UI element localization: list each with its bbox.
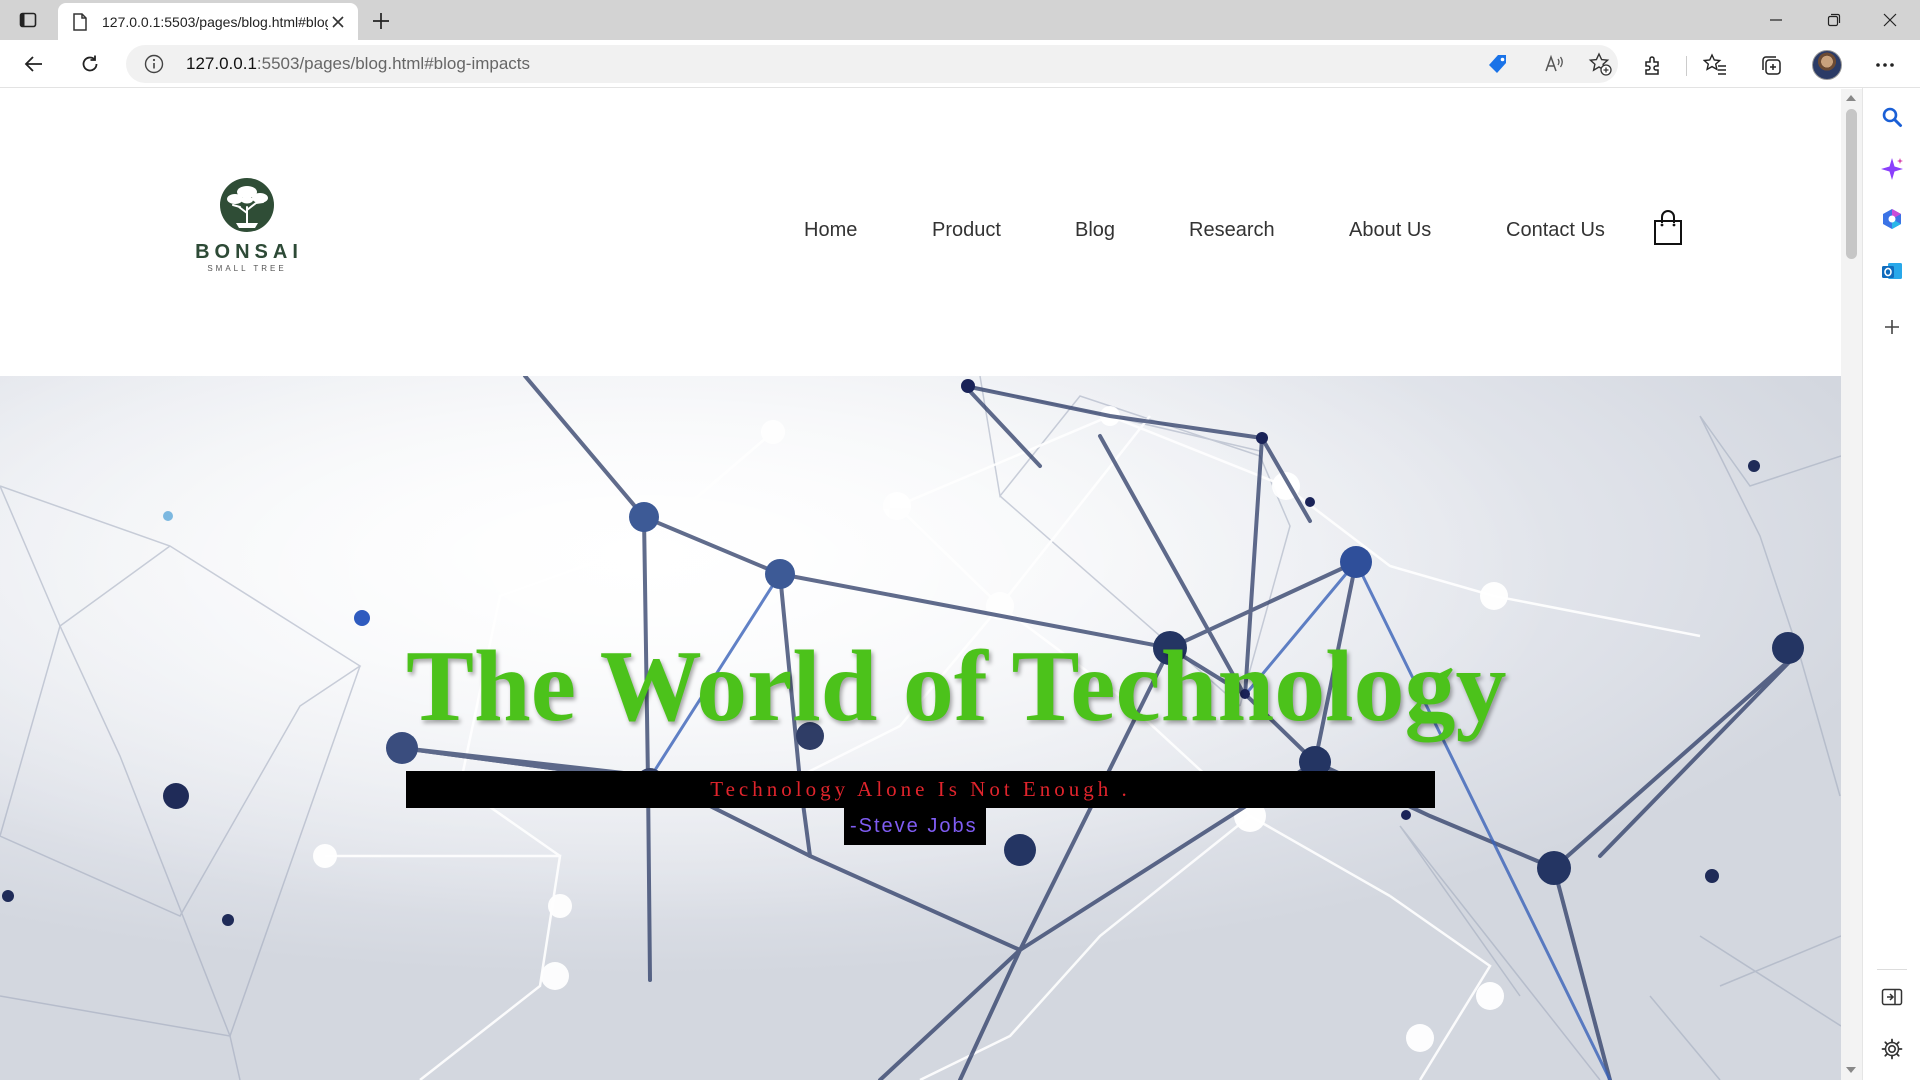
reload-button[interactable] [74, 48, 106, 80]
hero-author-box: -Steve Jobs [844, 808, 986, 845]
sidebar-add-button[interactable] [1879, 314, 1905, 340]
tab-title: 127.0.0.1:5503/pages/blog.html#blog-impa… [102, 13, 328, 30]
minimize-button[interactable] [1748, 0, 1804, 40]
sidebar-search-button[interactable] [1879, 104, 1905, 130]
info-icon[interactable] [144, 54, 164, 74]
reload-icon [82, 55, 98, 72]
edge-sidebar [1862, 88, 1920, 1080]
bonsai-tree-logo-icon [220, 178, 274, 232]
hero-title: The World of Technology [406, 630, 1507, 743]
collections-icon [1762, 56, 1781, 75]
scrollbar-thumb[interactable] [1846, 109, 1857, 259]
window-close-button[interactable] [1862, 0, 1918, 40]
window-close-icon [1883, 13, 1897, 27]
url-host: 127.0.0.1 [186, 54, 257, 73]
close-icon [332, 15, 344, 28]
restore-button[interactable] [1806, 0, 1862, 40]
sidebar-outlook-button[interactable] [1879, 258, 1905, 284]
shopping-bag-icon[interactable] [1652, 209, 1684, 247]
more-icon [1876, 63, 1894, 67]
nav-research[interactable]: Research [1189, 219, 1275, 242]
url-rest: :5503/pages/blog.html#blog-impacts [256, 54, 531, 73]
nav-contact-us[interactable]: Contact Us [1506, 219, 1605, 242]
outlook-icon [1882, 263, 1902, 279]
sidebar-divider [1877, 969, 1907, 970]
nav-home[interactable]: Home [804, 219, 857, 242]
back-button[interactable] [18, 48, 50, 80]
sidebar-office-button[interactable] [1879, 206, 1905, 232]
url-text: 127.0.0.1:5503/pages/blog.html#blog-impa… [186, 54, 530, 74]
scroll-up-arrow[interactable] [1846, 95, 1856, 101]
extensions-button[interactable] [1640, 52, 1666, 78]
site-header: BONSAI SMALL TREE Home Product Blog Rese… [0, 89, 1841, 376]
search-icon [1882, 107, 1902, 127]
hero-quote: Technology Alone Is Not Enough . [710, 777, 1131, 801]
sidebar-settings-button[interactable] [1879, 1036, 1905, 1062]
tab-actions-button[interactable] [16, 8, 40, 32]
sidebar-copilot-button[interactable] [1879, 156, 1905, 182]
split-screen-button[interactable] [1879, 984, 1905, 1010]
read-aloud-icon [1545, 54, 1563, 72]
minimize-icon [1770, 19, 1782, 21]
hero-banner: The World of Technology Technology Alone… [0, 376, 1841, 1080]
scroll-down-arrow[interactable] [1846, 1067, 1856, 1073]
browser-tab[interactable]: 127.0.0.1:5503/pages/blog.html#blog-impa… [58, 3, 358, 40]
shopping-tag-icon [1489, 55, 1506, 73]
add-icon [1885, 320, 1899, 334]
back-icon [24, 56, 42, 72]
more-button[interactable] [1872, 52, 1898, 78]
page-scrollbar[interactable] [1841, 89, 1862, 1080]
page-icon [73, 12, 87, 31]
copilot-icon [1881, 158, 1903, 180]
toolbar-divider [1686, 56, 1687, 76]
add-favorite-button[interactable] [1588, 52, 1612, 76]
office-icon [1883, 209, 1901, 229]
profile-avatar[interactable] [1812, 50, 1842, 80]
tab-actions-icon [19, 12, 37, 28]
nav-blog[interactable]: Blog [1075, 219, 1115, 242]
nav-about-us[interactable]: About Us [1349, 219, 1431, 242]
address-bar[interactable]: 127.0.0.1:5503/pages/blog.html#blog-impa… [126, 45, 1618, 83]
favorites-icon [1703, 53, 1726, 75]
restore-icon [1827, 13, 1841, 27]
logo-name: BONSAI [195, 241, 303, 263]
settings-icon [1881, 1038, 1903, 1060]
hero-quote-bar: Technology Alone Is Not Enough . [406, 771, 1435, 808]
tab-bar: 127.0.0.1:5503/pages/blog.html#blog-impa… [0, 0, 1920, 40]
nav-product[interactable]: Product [932, 219, 1001, 242]
new-tab-button[interactable] [368, 8, 394, 34]
split-screen-icon [1881, 988, 1903, 1006]
hero-author: -Steve Jobs [850, 815, 978, 837]
shopping-button[interactable] [1486, 52, 1510, 76]
extensions-icon [1645, 56, 1659, 75]
page-viewport: BONSAI SMALL TREE Home Product Blog Rese… [0, 89, 1841, 1080]
site-logo[interactable]: BONSAI SMALL TREE [182, 177, 312, 287]
logo-tagline: SMALL TREE [207, 264, 287, 273]
collections-button[interactable] [1758, 52, 1784, 78]
read-aloud-button[interactable] [1542, 52, 1566, 76]
add-favorite-icon [1588, 52, 1612, 76]
plus-icon [373, 13, 389, 29]
favorites-button[interactable] [1702, 52, 1728, 78]
browser-toolbar: 127.0.0.1:5503/pages/blog.html#blog-impa… [0, 40, 1920, 88]
tab-close-button[interactable] [328, 12, 348, 32]
